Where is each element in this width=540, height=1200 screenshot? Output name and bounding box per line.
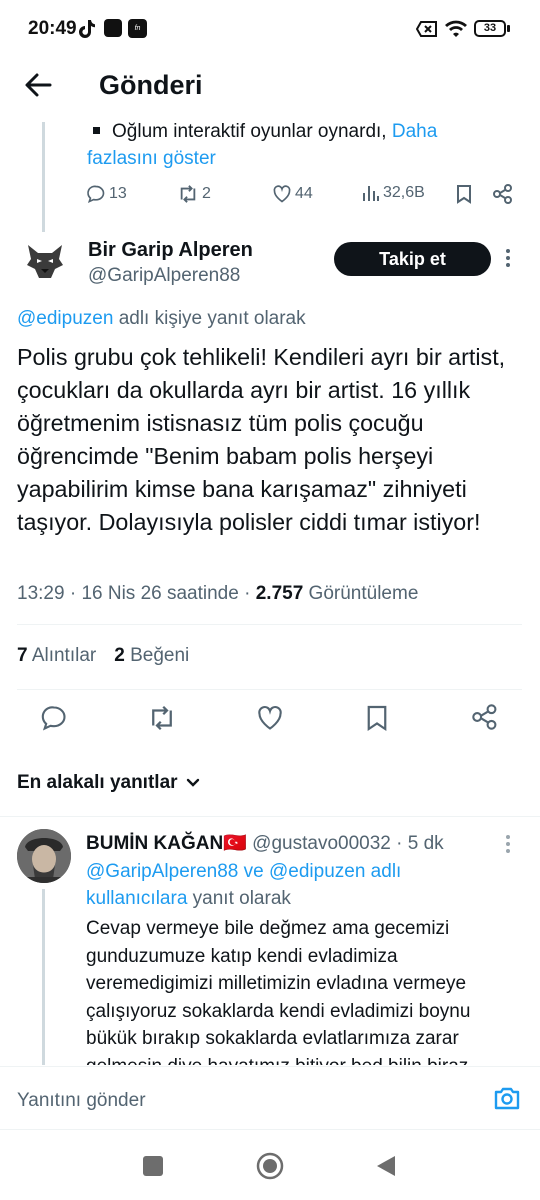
back-arrow-icon[interactable] bbox=[24, 72, 52, 98]
reply-header: BUMİN KAĞAN🇹🇷 @gustavo00032 · 5 dk bbox=[86, 833, 444, 854]
more-options-icon[interactable] bbox=[505, 248, 511, 268]
more-options-icon[interactable] bbox=[505, 834, 511, 854]
home-button[interactable] bbox=[256, 1152, 284, 1180]
sort-label: En alakalı yanıtlar bbox=[17, 772, 178, 793]
page-title: Gönderi bbox=[99, 70, 203, 100]
reply-to-suffix: adlı kişiye yanıt olarak bbox=[118, 308, 306, 329]
repost-icon bbox=[152, 705, 172, 731]
heart-icon bbox=[258, 705, 282, 730]
tweet-text: Polis grubu çok tehlikeli! Kendileri ayr… bbox=[17, 344, 506, 535]
quotes-label: Alıntılar bbox=[31, 645, 97, 666]
reply-author-handle[interactable]: @gustavo00032 bbox=[252, 833, 391, 854]
wifi-icon bbox=[444, 18, 468, 38]
reply-to-handle[interactable]: @edipuzen bbox=[17, 308, 113, 329]
flag-icon: 🇹🇷 bbox=[223, 833, 247, 854]
data-off-icon bbox=[416, 20, 438, 38]
prev-repost-count: 2 bbox=[202, 185, 211, 202]
wolf-avatar-icon bbox=[22, 237, 68, 283]
repost-icon bbox=[180, 185, 196, 203]
prev-bookmark-button[interactable] bbox=[456, 184, 472, 204]
reply-text: Cevap vermeye bile değmez ama gecemizi g… bbox=[86, 918, 471, 1065]
reply-avatar[interactable] bbox=[17, 829, 71, 883]
reply-context: @GaripAlperen88 ve @edipuzen adlı kullan… bbox=[86, 858, 506, 912]
prev-views-count: 32,6B bbox=[383, 184, 425, 201]
bookmark-icon bbox=[367, 705, 387, 732]
divider bbox=[0, 816, 540, 817]
prev-share-button[interactable] bbox=[493, 184, 513, 204]
reply-input[interactable]: Yanıtını gönder bbox=[17, 1090, 146, 1112]
tiktok-icon bbox=[78, 19, 96, 39]
status-time: 20:49 bbox=[28, 18, 77, 39]
thread-line bbox=[42, 889, 45, 1065]
divider bbox=[17, 624, 522, 625]
follow-button[interactable]: Takip et bbox=[334, 242, 491, 276]
prev-like-count: 44 bbox=[295, 185, 313, 202]
prev-reply-count: 13 bbox=[109, 185, 127, 202]
thread-line bbox=[42, 122, 45, 232]
views-icon bbox=[363, 186, 379, 201]
reply-author-name[interactable]: BUMİN KAĞAN bbox=[86, 833, 223, 854]
back-button[interactable] bbox=[375, 1154, 397, 1178]
tweet-stats: 7 Alıntılar 2 Beğeni bbox=[17, 645, 189, 667]
reply-button[interactable] bbox=[40, 704, 68, 732]
reply-context: @edipuzen adlı kişiye yanıt olarak bbox=[17, 308, 306, 330]
quotes-stat[interactable]: 7 Alıntılar bbox=[17, 645, 96, 667]
likes-label: Beğeni bbox=[130, 645, 190, 666]
bullet bbox=[93, 126, 100, 134]
prev-repost-button[interactable]: 2 bbox=[177, 184, 211, 204]
likes-count: 2 bbox=[114, 645, 125, 666]
sort-replies-dropdown[interactable]: En alakalı yanıtlar bbox=[17, 772, 200, 794]
recent-apps-button[interactable] bbox=[143, 1156, 163, 1176]
author-name[interactable]: Bir Garip Alperen bbox=[88, 239, 253, 262]
app-square-icon bbox=[104, 19, 122, 37]
bookmark-button[interactable] bbox=[366, 704, 388, 732]
tweet-views-count: 2.757 bbox=[255, 583, 304, 604]
battery-tip bbox=[507, 25, 510, 32]
divider bbox=[17, 689, 522, 690]
battery-icon: 33 bbox=[474, 20, 506, 37]
app-logo-icon: fn bbox=[128, 19, 147, 38]
repost-button[interactable] bbox=[147, 704, 177, 732]
prev-like-button[interactable]: 44 bbox=[272, 184, 313, 204]
bookmark-icon bbox=[457, 185, 471, 204]
tweet-views-label: Görüntüleme bbox=[308, 583, 419, 604]
like-button[interactable] bbox=[256, 704, 284, 732]
previous-tweet-text: Oğlum interaktif oyunlar oynardı, Daha f… bbox=[87, 118, 507, 172]
heart-icon bbox=[273, 185, 291, 203]
chevron-down-icon bbox=[186, 778, 199, 787]
reply-icon bbox=[87, 185, 105, 204]
share-icon bbox=[472, 704, 497, 730]
prev-views-button[interactable]: 32,6B bbox=[362, 184, 425, 202]
likes-stat[interactable]: 2 Beğeni bbox=[114, 645, 189, 667]
tweet-meta: 13:29 · 16 Nis 26 saatinde · 2.757 Görün… bbox=[17, 583, 419, 604]
share-button[interactable] bbox=[472, 704, 498, 730]
tweet-time[interactable]: 13:29 bbox=[17, 583, 65, 604]
reply-composer: Yanıtını gönder bbox=[0, 1066, 540, 1130]
previous-tweet-body: Oğlum interaktif oyunlar oynardı, bbox=[112, 121, 387, 142]
quotes-count: 7 bbox=[17, 645, 28, 666]
reply-age[interactable]: 5 dk bbox=[408, 833, 444, 854]
camera-icon[interactable] bbox=[493, 1085, 521, 1111]
prev-reply-button[interactable]: 13 bbox=[86, 184, 127, 204]
reply-icon bbox=[41, 706, 66, 731]
person-avatar-icon bbox=[17, 829, 71, 883]
tweet-date[interactable]: 16 Nis 26 saatinde bbox=[81, 583, 238, 604]
reply-mention-suffix: yanıt olarak bbox=[192, 888, 291, 909]
author-avatar[interactable] bbox=[22, 237, 68, 283]
share-icon bbox=[493, 184, 512, 204]
author-handle[interactable]: @GaripAlperen88 bbox=[88, 265, 240, 287]
